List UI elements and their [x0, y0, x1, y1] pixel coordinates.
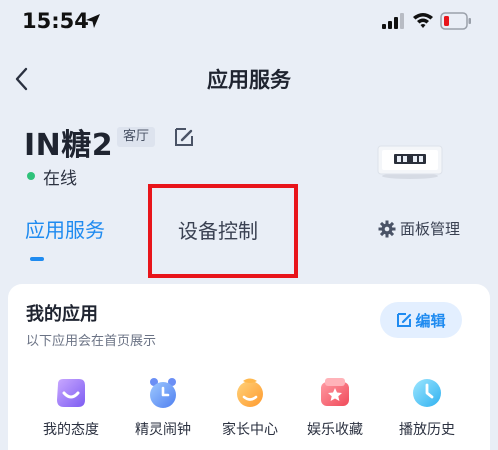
active-tab-indicator — [30, 257, 44, 261]
annotation-highlight-box — [148, 184, 298, 278]
my-apps-subtitle: 以下应用会在首页展示 — [26, 334, 157, 349]
online-status-text: 在线 — [43, 169, 77, 189]
status-time: 15:54 — [22, 9, 89, 33]
app-item-entertainment-favorites[interactable]: 娱乐收藏 — [290, 376, 380, 439]
page-title: 应用服务 — [207, 68, 291, 92]
cellular-signal-icon — [382, 13, 404, 33]
app-item-parent-center[interactable]: 家长中心 — [205, 376, 295, 439]
panel-manage-label: 面板管理 — [400, 220, 461, 238]
app-label: 娱乐收藏 — [307, 422, 363, 438]
attitude-icon — [57, 379, 85, 407]
wifi-icon — [412, 11, 434, 33]
app-label: 家长中心 — [222, 422, 278, 438]
alarm-clock-icon — [150, 378, 176, 408]
app-item-my-attitude[interactable]: 我的态度 — [26, 376, 116, 439]
room-badge: 客厅 — [117, 127, 156, 147]
my-apps-card: 我的应用 以下应用会在首页展示 编辑 我的态度 精灵闹钟 家长中心 娱乐收藏 播… — [8, 284, 490, 450]
edit-button[interactable]: 编辑 — [380, 302, 462, 338]
online-status-dot — [27, 172, 35, 180]
play-history-icon — [413, 379, 441, 407]
location-arrow-icon — [84, 12, 102, 34]
status-bar: 15:54 — [0, 0, 498, 44]
gear-icon — [378, 220, 396, 237]
tab-app-services[interactable]: 应用服务 — [25, 214, 105, 243]
app-label: 播放历史 — [399, 422, 455, 438]
rename-icon[interactable] — [173, 126, 195, 152]
panel-manage-button[interactable]: 面板管理 — [378, 218, 460, 239]
my-apps-title: 我的应用 — [26, 304, 98, 325]
app-item-alarm-clock[interactable]: 精灵闹钟 — [118, 376, 208, 439]
favorites-icon — [321, 378, 349, 406]
battery-low-icon — [440, 11, 472, 35]
device-name: IN糖2 — [24, 128, 114, 163]
app-item-play-history[interactable]: 播放历史 — [382, 376, 472, 439]
app-label: 我的态度 — [43, 422, 99, 438]
app-list: 我的态度 精灵闹钟 家长中心 娱乐收藏 播放历史 — [8, 376, 490, 446]
smart-clock-device-image — [376, 142, 444, 186]
edit-icon — [397, 313, 412, 327]
parent-center-icon — [237, 378, 263, 407]
app-label: 精灵闹钟 — [135, 422, 191, 438]
edit-label: 编辑 — [415, 311, 446, 330]
